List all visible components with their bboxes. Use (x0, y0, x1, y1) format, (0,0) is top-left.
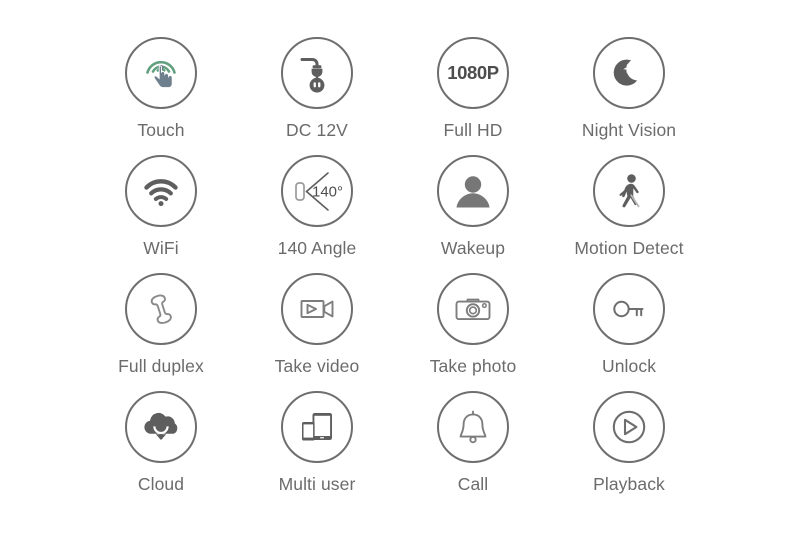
icon-circle-playback (593, 391, 665, 463)
key-icon (606, 286, 652, 332)
feature-item-playback[interactable]: Playback (551, 391, 707, 509)
feature-label: 140 Angle (277, 238, 357, 258)
feature-label: Touch (137, 120, 185, 140)
feature-label: Full duplex (118, 356, 204, 376)
icon-circle-dc-12v (281, 37, 353, 109)
power-plug-icon (294, 50, 340, 96)
feature-item-multi-user[interactable]: Multi user (239, 391, 395, 509)
feature-item-unlock[interactable]: Unlock (551, 273, 707, 391)
feature-label: Take photo (429, 356, 517, 376)
feature-item-full-hd[interactable]: 1080P Full HD (395, 37, 551, 155)
feature-item-dc-12v[interactable]: DC 12V (239, 37, 395, 155)
feature-item-full-duplex[interactable]: Full duplex (83, 273, 239, 391)
feature-label: Wakeup (440, 238, 506, 258)
icon-circle-unlock (593, 273, 665, 345)
icon-circle-motion-detect (593, 155, 665, 227)
touch-gesture-icon (138, 50, 184, 96)
feature-item-touch[interactable]: Touch (83, 37, 239, 155)
feature-label: Cloud (137, 474, 185, 494)
view-angle-icon: 140° (288, 167, 346, 215)
feature-item-motion-detect[interactable]: Motion Detect (551, 155, 707, 273)
feature-item-take-photo[interactable]: Take photo (395, 273, 551, 391)
feature-label: WiFi (143, 238, 179, 258)
feature-grid: Touch DC 12V 1080P Full HD Night Vision … (0, 0, 790, 540)
icon-circle-take-photo (437, 273, 509, 345)
photo-camera-icon (450, 286, 496, 332)
telephone-handset-icon (139, 287, 183, 331)
video-camera-icon (294, 286, 340, 332)
feature-item-wakeup[interactable]: Wakeup (395, 155, 551, 273)
feature-item-wifi[interactable]: WiFi (83, 155, 239, 273)
icon-circle-multi-user (281, 391, 353, 463)
icon-circle-cloud (125, 391, 197, 463)
icon-circle-touch (125, 37, 197, 109)
icon-circle-take-video (281, 273, 353, 345)
icon-circle-night-vision (593, 37, 665, 109)
icon-circle-call (437, 391, 509, 463)
feature-label: Take video (274, 356, 360, 376)
person-avatar-icon (451, 169, 495, 213)
feature-label: Motion Detect (574, 238, 684, 258)
feature-label: DC 12V (286, 120, 348, 140)
feature-item-140-angle[interactable]: 140° 140 Angle (239, 155, 395, 273)
view-angle-value: 140° (312, 184, 343, 201)
icon-circle-wifi (125, 155, 197, 227)
icon-circle-full-duplex (125, 273, 197, 345)
feature-item-call[interactable]: Call (395, 391, 551, 509)
feature-label: Multi user (278, 474, 356, 494)
wifi-icon (139, 169, 183, 213)
feature-label: Playback (593, 474, 665, 494)
icon-circle-wakeup (437, 155, 509, 227)
feature-item-cloud[interactable]: Cloud (83, 391, 239, 509)
tablet-phone-icon (294, 404, 340, 450)
icon-circle-140-angle: 140° (281, 155, 353, 227)
walking-person-icon (607, 169, 651, 213)
icon-circle-full-hd: 1080P (437, 37, 509, 109)
play-button-icon (606, 404, 652, 450)
feature-label: Call (457, 474, 489, 494)
cloud-download-icon (138, 404, 184, 450)
feature-label: Night Vision (581, 120, 677, 140)
feature-label: Full HD (443, 120, 503, 140)
bell-icon (451, 405, 495, 449)
feature-item-night-vision[interactable]: Night Vision (551, 37, 707, 155)
1080p-text-icon: 1080P (447, 62, 499, 83)
feature-item-take-video[interactable]: Take video (239, 273, 395, 391)
moon-star-icon (608, 52, 650, 94)
feature-label: Unlock (601, 356, 657, 376)
